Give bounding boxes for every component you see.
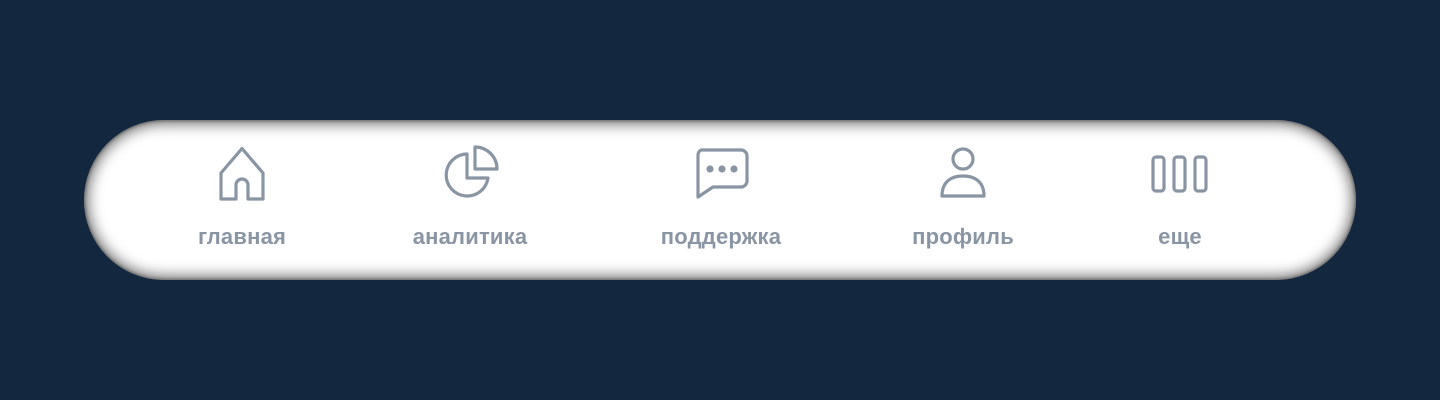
nav-item-label: профиль	[912, 224, 1014, 249]
nav-item-more[interactable]: еще	[1090, 144, 1270, 256]
nav-item-label: аналитика	[412, 224, 528, 249]
bottom-navigation-bar: главная аналитика поддержка профиль еще	[84, 120, 1356, 280]
nav-item-label: еще	[1158, 224, 1202, 249]
nav-item-support[interactable]: поддержка	[631, 144, 811, 256]
columns-icon	[1150, 144, 1210, 204]
nav-item-profile[interactable]: профиль	[873, 144, 1053, 256]
nav-item-analytics[interactable]: аналитика	[380, 144, 560, 256]
nav-item-label: поддержка	[660, 224, 782, 249]
screen: главная аналитика поддержка профиль еще	[0, 0, 1440, 400]
user-icon	[933, 144, 993, 204]
chat-bubble-icon	[691, 144, 751, 204]
home-icon	[212, 144, 272, 204]
nav-item-home[interactable]: главная	[152, 144, 332, 256]
nav-item-label: главная	[197, 224, 287, 249]
pie-chart-icon	[440, 144, 500, 204]
